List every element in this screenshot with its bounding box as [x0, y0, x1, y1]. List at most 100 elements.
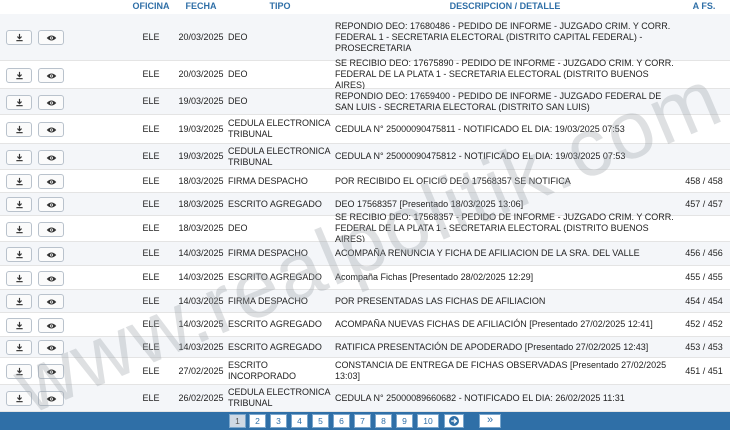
view-button[interactable]	[38, 150, 64, 165]
cell-oficina: ELE	[142, 69, 160, 79]
next-page-button[interactable]	[444, 414, 464, 428]
download-button[interactable]	[6, 95, 32, 110]
cell-fecha: 19/03/2025	[178, 123, 224, 134]
cell-fecha: 26/02/2025	[178, 392, 224, 403]
double-chevron-right-icon: »	[486, 414, 494, 426]
cell-fecha: 14/03/2025	[178, 341, 224, 352]
cell-tipo: DEO	[228, 96, 248, 106]
page-button-8[interactable]: 8	[375, 414, 392, 428]
page-button-9[interactable]: 9	[396, 414, 413, 428]
cell-afs	[680, 89, 728, 114]
page-button-3[interactable]: 3	[270, 414, 287, 428]
download-button[interactable]	[6, 222, 32, 237]
cell-oficina: ELE	[142, 123, 160, 134]
page-button-5[interactable]: 5	[312, 414, 329, 428]
view-button[interactable]	[38, 95, 64, 110]
cell-fecha: 19/03/2025	[178, 151, 224, 161]
page-button-2[interactable]: 2	[249, 414, 266, 428]
table-row: ELE 14/03/2025 ESCRITO AGREGADO RATIFICA PR…	[0, 337, 730, 358]
view-button[interactable]	[38, 197, 64, 212]
header-fecha: FECHA	[185, 1, 217, 11]
download-button[interactable]	[6, 30, 32, 45]
cell-tipo: ESCRITO AGREGADO	[228, 198, 322, 209]
view-button[interactable]	[38, 318, 64, 333]
download-button[interactable]	[6, 150, 32, 165]
view-button[interactable]	[38, 247, 64, 262]
cell-descripcion: CONSTANCIA DE ENTREGA DE FICHAS OBSERVAD…	[335, 360, 667, 381]
cell-descripcion: CEDULA N° 25000090475812 - NOTIFICADO EL…	[335, 151, 626, 161]
download-icon	[15, 394, 24, 403]
view-button[interactable]	[38, 271, 64, 286]
download-button[interactable]	[6, 318, 32, 333]
view-button[interactable]	[38, 68, 64, 83]
cell-fecha: 18/03/2025	[178, 223, 224, 233]
cell-tipo: DEO	[228, 69, 248, 79]
eye-icon	[46, 99, 57, 107]
cell-fecha: 18/03/2025	[178, 175, 224, 186]
eye-icon	[46, 275, 57, 283]
cell-descripcion: POR RECIBIDO EL OFICIO DEO 17568357 SE N…	[335, 175, 571, 186]
download-icon	[15, 177, 24, 186]
page-button-7[interactable]: 7	[354, 414, 371, 428]
download-icon	[15, 71, 24, 80]
view-button[interactable]	[38, 122, 64, 137]
view-button[interactable]	[38, 294, 64, 309]
download-button[interactable]	[6, 271, 32, 286]
download-icon	[15, 200, 24, 209]
view-button[interactable]	[38, 30, 64, 45]
download-button[interactable]	[6, 122, 32, 137]
download-icon	[15, 33, 24, 42]
download-button[interactable]	[6, 391, 32, 406]
cell-tipo: DEO	[228, 31, 248, 42]
page-button-1[interactable]: 1	[229, 414, 246, 428]
view-button[interactable]	[38, 364, 64, 379]
cell-afs: 455 / 455	[685, 272, 723, 282]
page-button-6[interactable]: 6	[333, 414, 350, 428]
eye-icon	[46, 178, 57, 186]
cell-descripcion: ACOMPAÑA NUEVAS FICHAS DE AFILIACIÓN [Pr…	[335, 319, 653, 329]
cell-tipo: CEDULA ELECTRONICA TRIBUNAL	[228, 118, 331, 139]
download-button[interactable]	[6, 174, 32, 189]
arrow-right-circle-icon	[449, 416, 459, 426]
cell-fecha: 14/03/2025	[178, 248, 224, 258]
cell-afs	[680, 216, 728, 241]
table-row: ELE 20/03/2025 DEO SE RECIBIO DEO: 17675890…	[0, 58, 730, 90]
eye-icon	[46, 72, 57, 80]
eye-icon	[46, 344, 57, 352]
view-button[interactable]	[38, 391, 64, 406]
download-button[interactable]	[6, 294, 32, 309]
download-icon	[15, 274, 24, 283]
cell-oficina: ELE	[142, 365, 160, 376]
cell-afs	[680, 144, 728, 169]
cell-tipo: ESCRITO AGREGADO	[228, 341, 322, 352]
cell-oficina: ELE	[142, 341, 160, 352]
header-tipo: TIPO	[269, 1, 291, 11]
cell-descripcion: SE RECIBIO DEO: 17675890 - PEDIDO DE INF…	[335, 58, 674, 90]
table-row: ELE 19/03/2025 CEDULA ELECTRONICA TRIBUNAL…	[0, 115, 730, 144]
download-button[interactable]	[6, 340, 32, 355]
cell-fecha: 20/03/2025	[178, 69, 224, 79]
table-header: OFICINA FECHA TIPO DESCRIPCION / DETALLE…	[0, 0, 730, 14]
view-button[interactable]	[38, 340, 64, 355]
view-button[interactable]	[38, 174, 64, 189]
page-button-10[interactable]: 10	[417, 414, 439, 428]
view-button[interactable]	[38, 222, 64, 237]
download-button[interactable]	[6, 364, 32, 379]
pagination-bar: 1 2 3 4 5 6 7 8 9 10 »	[0, 412, 730, 430]
page-button-4[interactable]: 4	[291, 414, 308, 428]
download-button[interactable]	[6, 247, 32, 262]
eye-icon	[46, 201, 57, 209]
cell-oficina: ELE	[142, 151, 160, 161]
cell-afs	[680, 115, 728, 143]
download-button[interactable]	[6, 197, 32, 212]
cell-oficina: ELE	[142, 223, 160, 233]
table-row: ELE 14/03/2025 ESCRITO AGREGADO Acompaña Fi…	[0, 266, 730, 290]
cell-tipo: FIRMA DESPACHO	[228, 175, 308, 186]
cell-tipo: ESCRITO INCORPORADO	[228, 360, 297, 381]
header-oficina: OFICINA	[132, 1, 170, 11]
last-page-button[interactable]: »	[479, 414, 501, 428]
header-afs: A FS.	[692, 1, 716, 11]
eye-icon	[46, 395, 57, 403]
cell-fecha: 20/03/2025	[178, 31, 224, 42]
download-button[interactable]	[6, 68, 32, 83]
